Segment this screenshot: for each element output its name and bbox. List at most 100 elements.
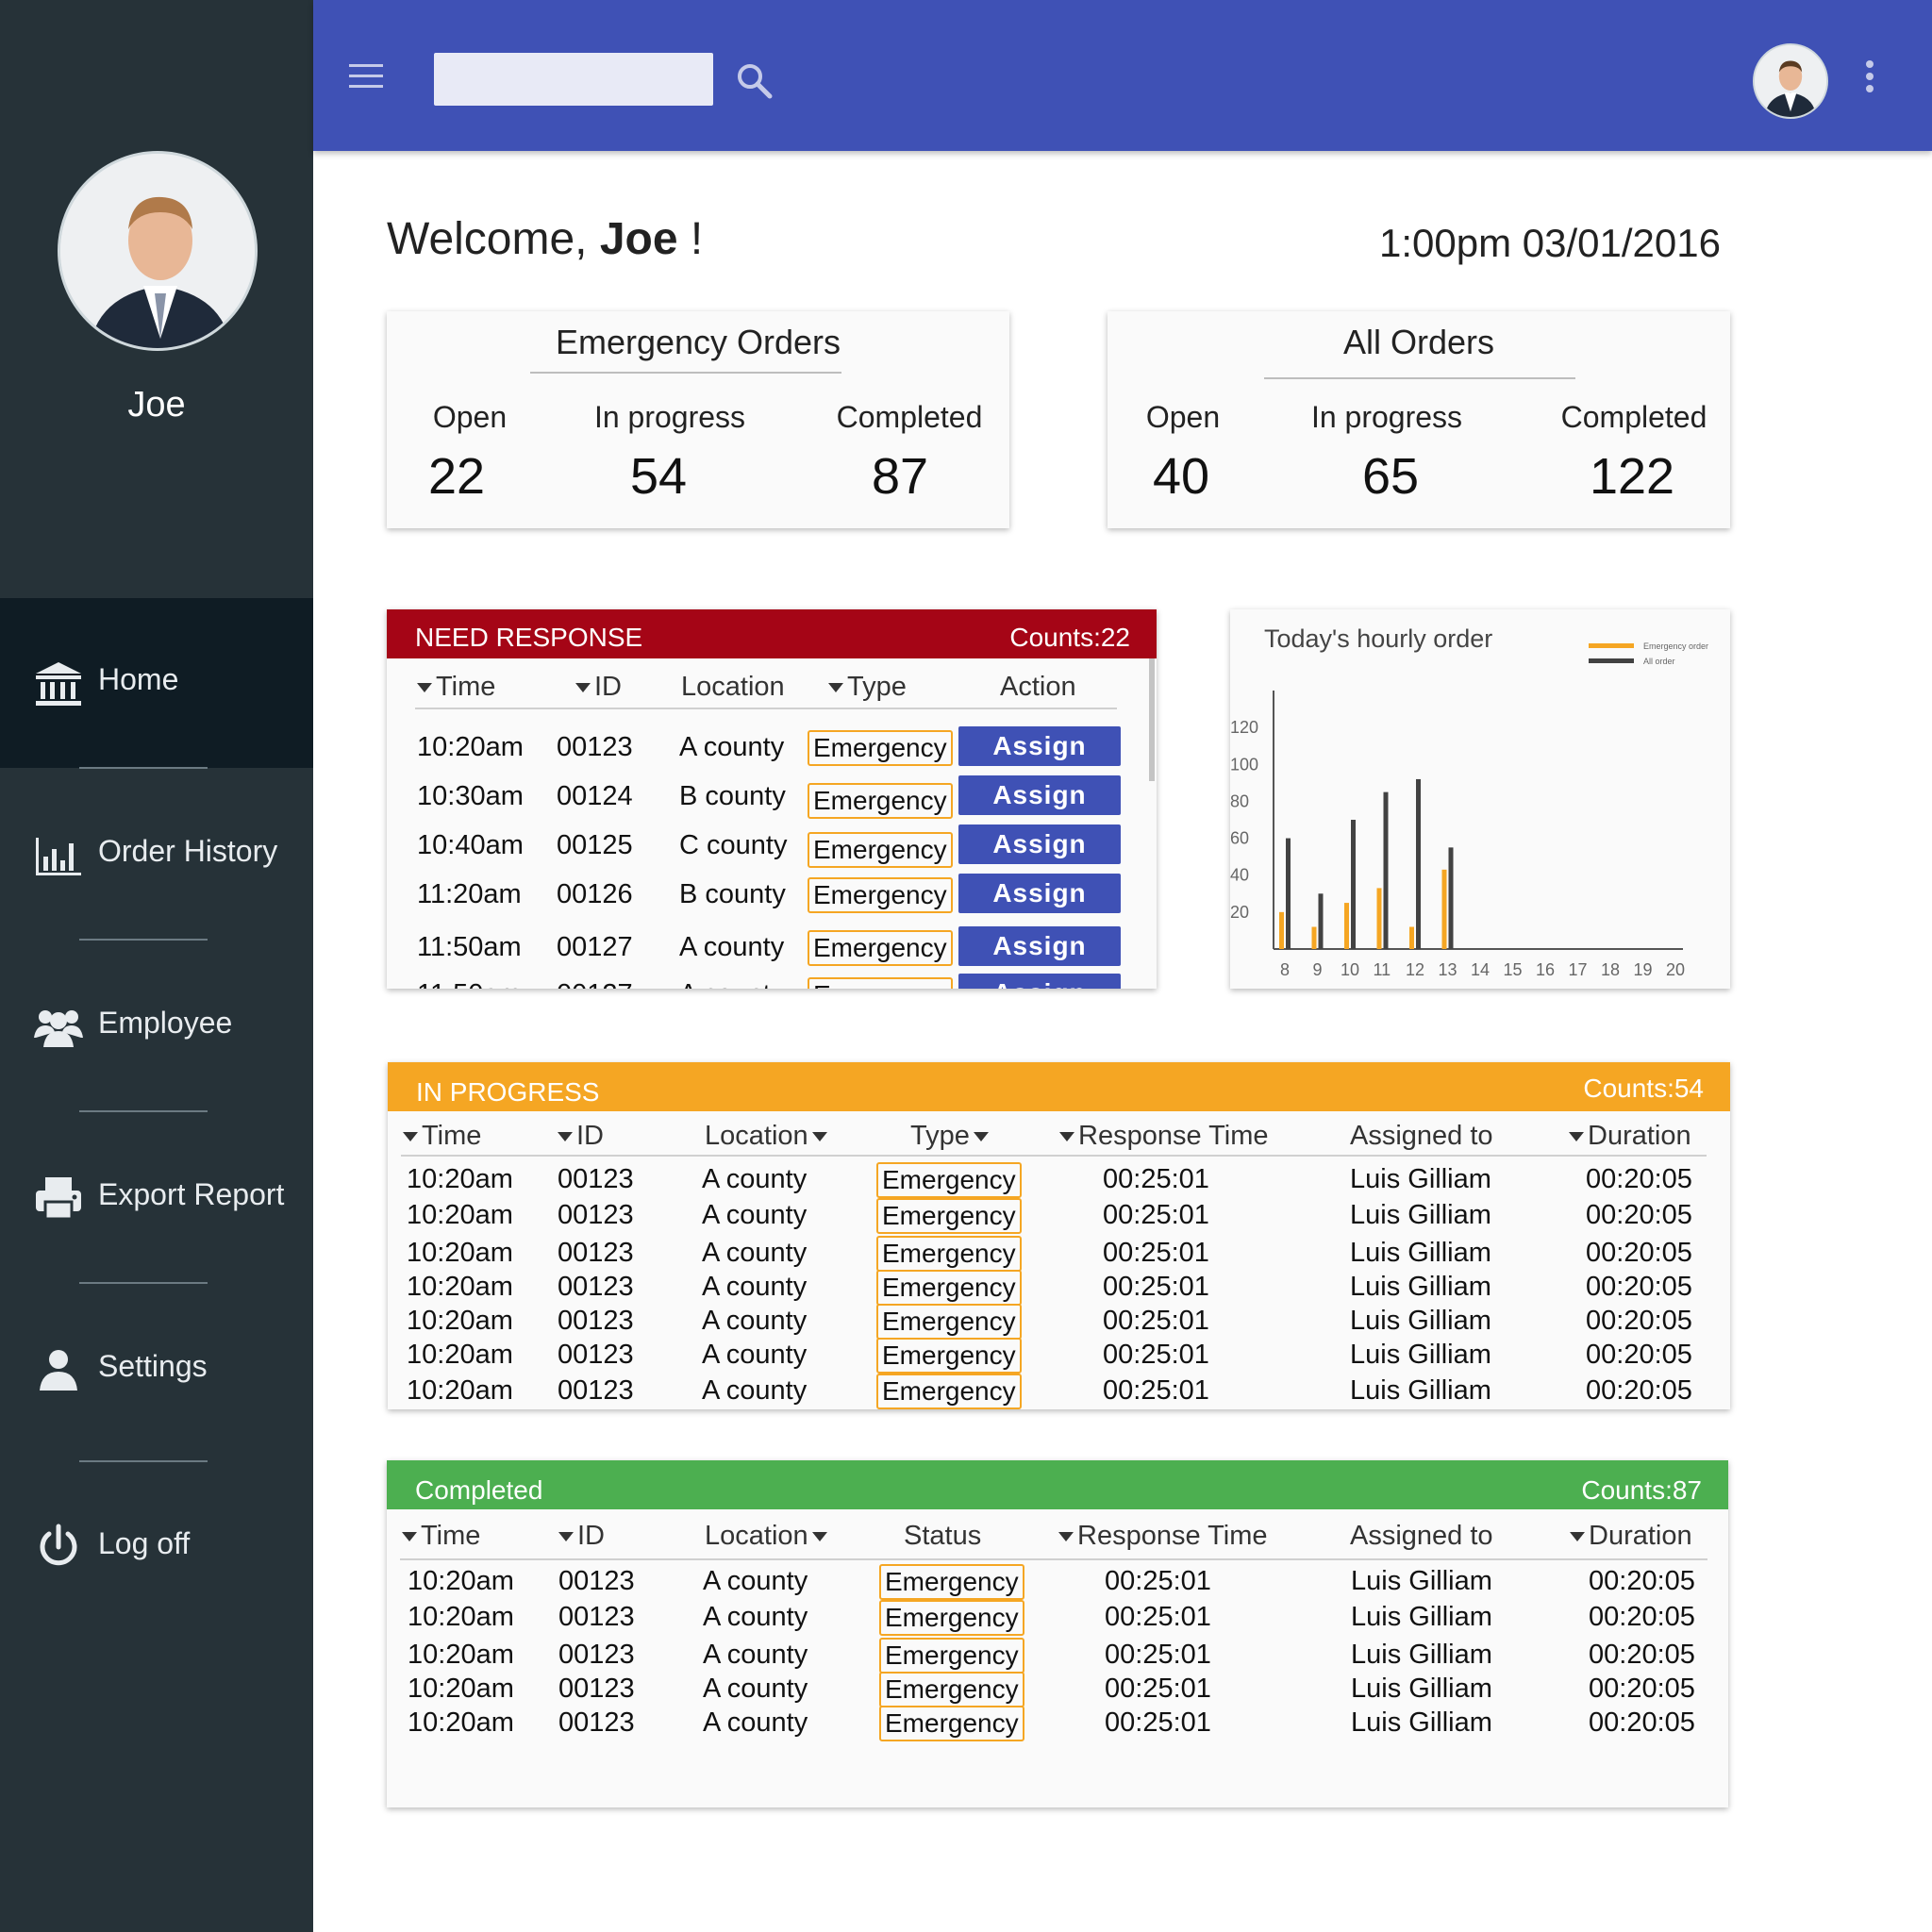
type-badge: Emergency	[876, 1374, 1022, 1409]
header-label: ID	[594, 672, 622, 702]
header-label: Response Time	[1078, 1121, 1269, 1151]
col-header-type[interactable]: Type	[910, 1121, 989, 1152]
cell-assigned: Luis Gilliam	[1350, 1340, 1491, 1370]
open-count: 22	[427, 448, 486, 505]
type-badge: Emergency	[876, 1162, 1022, 1198]
panel-count: Counts:87	[1581, 1475, 1702, 1505]
col-header-time[interactable]: Time	[417, 672, 495, 703]
completed-label: Completed	[836, 400, 983, 434]
cell-time: 10:20am	[408, 1640, 514, 1670]
cell-assigned: Luis Gilliam	[1351, 1707, 1492, 1738]
cell-location: B county	[679, 879, 786, 909]
cell-location: A county	[679, 932, 785, 962]
y-tick-label: 60	[1230, 829, 1249, 848]
in-progress-count: 65	[1361, 448, 1420, 505]
col-header-location[interactable]: Location	[705, 1521, 827, 1552]
cell-location: A county	[679, 979, 784, 989]
completed-panel: Completed Counts:87 Time ID Location Sta…	[387, 1460, 1728, 1807]
welcome-name: Joe	[599, 214, 678, 264]
assign-button[interactable]: Assign	[958, 974, 1121, 989]
sort-caret-icon	[558, 1532, 574, 1542]
need-response-panel: NEED RESPONSE Counts:22 Time ID Location…	[387, 609, 1157, 989]
cell-id: 00123	[557, 732, 633, 762]
cell-duration: 00:20:05	[1589, 1602, 1695, 1632]
title-underline	[1264, 377, 1575, 379]
col-header-duration[interactable]: Duration	[1570, 1521, 1692, 1552]
sidebar-item-home[interactable]: Home	[0, 598, 313, 768]
bar-emergency-11	[1376, 888, 1382, 949]
header-label: Duration	[1589, 1521, 1692, 1551]
bar-all-10	[1351, 820, 1356, 949]
cell-location: A county	[679, 732, 785, 762]
header-label: ID	[576, 1121, 604, 1151]
more-vert-icon[interactable]	[1860, 58, 1879, 96]
y-tick-label: 80	[1230, 791, 1249, 810]
header-avatar[interactable]	[1753, 43, 1828, 119]
assign-button[interactable]: Assign	[958, 824, 1121, 864]
cell-assigned: Luis Gilliam	[1350, 1375, 1491, 1406]
col-header-time[interactable]: Time	[402, 1521, 480, 1552]
header-label: Duration	[1588, 1121, 1691, 1151]
nav-divider	[79, 939, 208, 941]
cell-duration: 00:20:05	[1589, 1566, 1695, 1596]
col-header-id[interactable]: ID	[558, 1121, 604, 1152]
cell-id: 00123	[558, 1674, 635, 1704]
cell-response-time: 00:25:01	[1105, 1674, 1211, 1704]
search-icon[interactable]	[734, 60, 775, 102]
header-label: Location	[705, 1121, 808, 1151]
sidebar-item-order-history[interactable]: Order History	[0, 770, 313, 940]
header-label: Response Time	[1077, 1521, 1268, 1551]
type-badge: Emergency	[808, 977, 953, 989]
sidebar-item-export-report[interactable]: Export Report	[0, 1113, 313, 1283]
cell-duration: 00:20:05	[1586, 1375, 1692, 1406]
scrollbar-thumb[interactable]	[1149, 658, 1155, 781]
x-tick-label: 19	[1634, 960, 1653, 979]
col-header-id[interactable]: ID	[558, 1521, 605, 1552]
cell-time: 10:20am	[417, 732, 524, 762]
header-label: Location	[681, 672, 785, 702]
header-divider	[415, 708, 1117, 709]
status-badge: Emergency	[879, 1564, 1024, 1600]
sort-caret-icon	[1569, 1132, 1584, 1142]
open-count: 40	[1152, 448, 1210, 505]
cell-response-time: 00:25:01	[1103, 1238, 1209, 1268]
search-input[interactable]	[434, 53, 713, 106]
status-badge: Emergency	[879, 1638, 1024, 1674]
sidebar-item-employee[interactable]: Employee	[0, 941, 313, 1111]
cell-time: 10:20am	[407, 1306, 513, 1336]
col-header-id[interactable]: ID	[575, 672, 622, 703]
col-header-response-time[interactable]: Response Time	[1058, 1521, 1268, 1552]
cell-assigned: Luis Gilliam	[1351, 1640, 1492, 1670]
col-header-assigned: Assigned to	[1350, 1521, 1493, 1552]
col-header-location[interactable]: Location	[681, 672, 785, 703]
sidebar-item-label: Order History	[98, 834, 278, 868]
assign-button[interactable]: Assign	[958, 775, 1121, 815]
bar-emergency-8	[1279, 911, 1284, 949]
assign-button[interactable]: Assign	[958, 874, 1121, 913]
sidebar-item-log-off[interactable]: Log off	[0, 1462, 313, 1632]
bar-all-9	[1318, 893, 1324, 949]
sidebar-item-label: Log off	[98, 1526, 191, 1560]
col-header-response-time[interactable]: Response Time	[1059, 1121, 1269, 1152]
cell-duration: 00:20:05	[1586, 1238, 1692, 1268]
type-badge: Emergency	[876, 1198, 1022, 1234]
col-header-type[interactable]: Type	[828, 672, 907, 703]
hourly-order-chart: 20 40 60 80 100 120 8 9 10 11 12 13 14 15 16 17 18 19 20 Em…	[1230, 641, 1708, 979]
hamburger-icon[interactable]	[347, 62, 385, 91]
cell-location: B county	[679, 781, 786, 811]
title-underline	[530, 372, 841, 374]
col-header-duration[interactable]: Duration	[1569, 1121, 1691, 1152]
col-header-time[interactable]: Time	[403, 1121, 481, 1152]
x-tick-label: 18	[1601, 960, 1620, 979]
col-header-location[interactable]: Location	[705, 1121, 827, 1152]
col-header-assigned: Assigned to	[1350, 1121, 1493, 1152]
sidebar-item-settings[interactable]: Settings	[0, 1285, 313, 1455]
sort-caret-icon	[973, 1132, 989, 1142]
cell-location: A county	[702, 1200, 808, 1230]
type-badge: Emergency	[876, 1304, 1022, 1340]
x-tick-label: 8	[1280, 960, 1290, 979]
assign-button[interactable]: Assign	[958, 726, 1121, 766]
type-badge: Emergency	[876, 1338, 1022, 1374]
assign-button[interactable]: Assign	[958, 926, 1121, 966]
bar-all-12	[1416, 778, 1421, 949]
